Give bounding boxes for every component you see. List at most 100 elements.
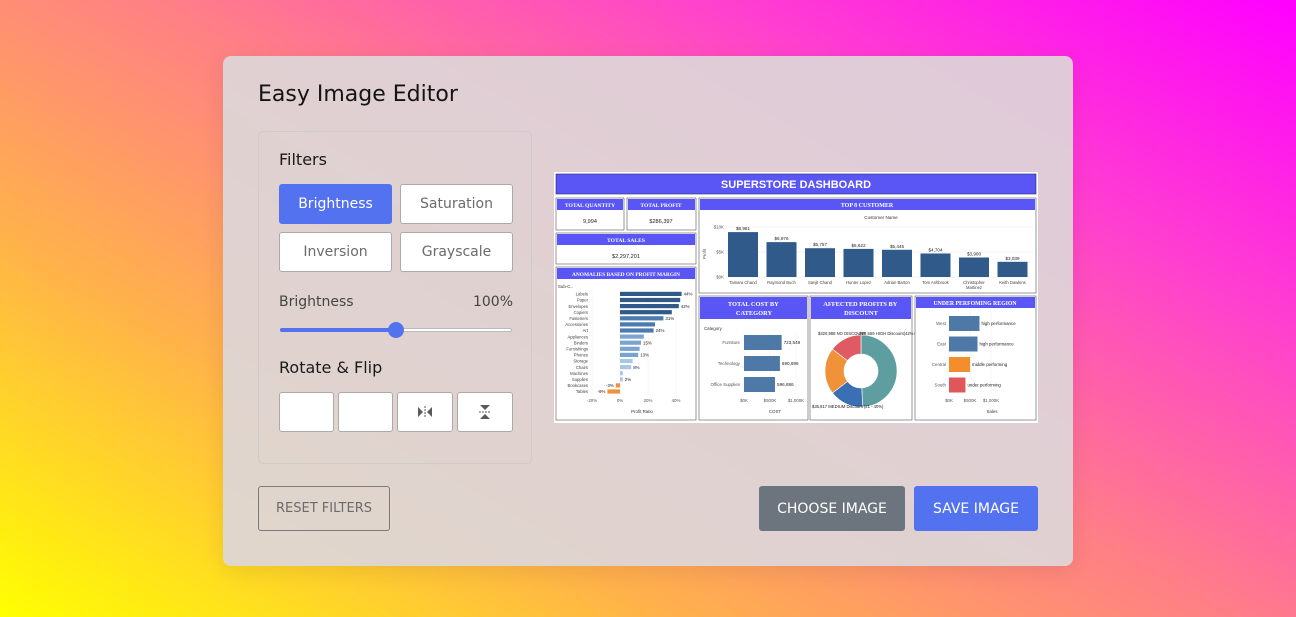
x-tick-label: -20% [587,398,597,403]
cost-value-label: 723,549 [784,340,801,345]
customer-bar [766,242,797,277]
cost-bar [744,377,776,392]
subcategory-label: Art [583,328,589,333]
filter-brightness-button[interactable]: Brightness [279,184,392,224]
profit-margin-bar [620,371,623,376]
profit-margin-bar [620,291,682,296]
cost-axis-header: Category [704,326,723,331]
flip-horizontal-icon [418,406,432,418]
customer-bar [920,253,951,277]
cost-panel: TOTAL COST BY CATEGORY Category $0K $500K… [698,295,809,421]
customer-bar [728,232,758,277]
flip-vertical-button[interactable] [457,392,513,432]
profit-margin-label: 44% [684,292,693,297]
kpi-value: 9,994 [583,219,597,225]
profit-margin-label: 31% [665,316,674,321]
profit-margin-bar [620,365,632,370]
region-x-label: Sales [987,409,999,414]
customer-name-label: Raymond Buch [767,280,796,285]
filter-saturation-button[interactable]: Saturation [400,184,513,224]
kpi-total-quantity: TOTAL QUANTITY 9,994 [555,197,625,231]
cost-value-label: 690,695 [782,361,799,366]
profit-margin-bar [620,297,681,303]
slider-info: Brightness 100% [279,294,513,310]
y-tick-label: $10K [714,225,724,230]
kpi-label: TOTAL SALES [607,238,645,244]
flip-horizontal-button[interactable] [397,392,453,432]
customer-name-label: Sanjit Chand [808,280,833,285]
customer-value-label: $4,704 [928,247,942,252]
top-customer-subtitle: Customer Name [864,215,898,220]
customer-bar [805,248,835,277]
customer-name-label: Martinez [966,285,982,290]
profit-margin-bar [620,334,644,339]
subcategory-label: Storage [573,359,588,364]
cost-bar [744,335,782,350]
profit-margin-bar [620,322,655,327]
filter-inversion-button[interactable]: Inversion [279,232,392,272]
kpi-value: $2,297,201 [612,254,640,260]
customer-bar [959,257,989,277]
profit-margin-label: 13% [640,353,649,358]
rotate-right-button[interactable] [338,392,393,432]
customer-bar [882,249,912,277]
customer-name-label: Keith Dawkins [999,280,1026,285]
profit-margin-label: 24% [656,328,665,333]
customer-value-label: $5,757 [813,242,827,247]
x-tick-label: $500K [764,398,777,403]
region-bar [949,377,966,393]
brightness-slider[interactable] [280,322,512,338]
region-label: East [937,342,947,347]
profit-margin-bar [620,358,633,364]
donut-label-medium-discount: $35,817 MEDIUM Discount (21 - 40%) [812,404,884,409]
profit-margin-bar [620,304,679,309]
region-title: UNDER PERFOMING REGION [933,301,1017,307]
region-bar [949,357,971,372]
region-label: South [935,383,947,388]
cost-x-label: COST [769,409,782,414]
flip-vertical-icon [479,405,491,419]
subcategory-label: Supplies [572,377,588,382]
profit-margin-bar [620,352,639,357]
subcategory-label: Accessories [565,322,588,327]
choose-image-button[interactable]: CHOOSE IMAGE [759,486,905,531]
subcategory-label: Furnishings [566,347,588,352]
region-label: West [936,321,947,326]
profit-margin-bar [620,340,641,345]
subcategory-label: Envelopes [568,304,588,309]
region-performance-label: middle performing [972,362,1008,367]
kpi-total-sales: TOTAL SALES $2,297,201 [555,232,697,265]
affected-profits-panel: AFFECTED PROFITS BY DISCOUNT $320,988 NO… [809,295,918,421]
customer-bar [843,248,874,277]
kpi-total-profit: TOTAL PROFIT $286,397 [626,197,697,231]
preview-dashboard-image: SUPERSTORE DASHBOARD TOTAL QUANTITY 9,99… [554,172,1038,423]
save-image-button[interactable]: SAVE IMAGE [914,486,1038,531]
filter-grayscale-button[interactable]: Grayscale [400,232,513,272]
profit-margin-label: 15% [643,340,652,345]
profit-margin-bar [620,316,664,321]
x-tick-label: $500K [964,398,977,403]
slider-fill [280,328,396,332]
slider-name: Brightness [279,294,354,310]
filter-options: Brightness Saturation Inversion Grayscal… [279,184,513,272]
reset-filters-button[interactable]: RESET FILTERS [258,486,390,531]
profit-margin-label: -3% [606,383,614,388]
profit-margin-label: 8% [633,365,639,370]
region-performance-label: high performance [980,342,1015,347]
app-title: Easy Image Editor [258,82,458,107]
customer-value-label: $5,445 [890,244,904,249]
subcategory-label: Binders [574,340,588,345]
rotate-left-button[interactable] [279,392,334,432]
anomalies-panel: ANOMALIES BASED ON PROFIT MARGIN Sub-C..… [555,266,697,421]
customer-name-label: Tom Ashbrook [922,280,949,285]
category-label: Furniture [722,340,740,345]
slider-thumb[interactable] [388,322,404,338]
subcategory-label: Chairs [576,365,588,370]
profit-margin-bar [620,310,672,315]
category-label: Office Supplies [711,382,741,387]
y-tick-label: $5K [716,250,724,255]
customer-value-label: $5,622 [851,243,865,248]
anomalies-axis-header: Sub-C.. [558,284,573,289]
controls-panel: Filters Brightness Saturation Inversion … [258,131,532,464]
dashboard-title: SUPERSTORE DASHBOARD [721,179,871,191]
